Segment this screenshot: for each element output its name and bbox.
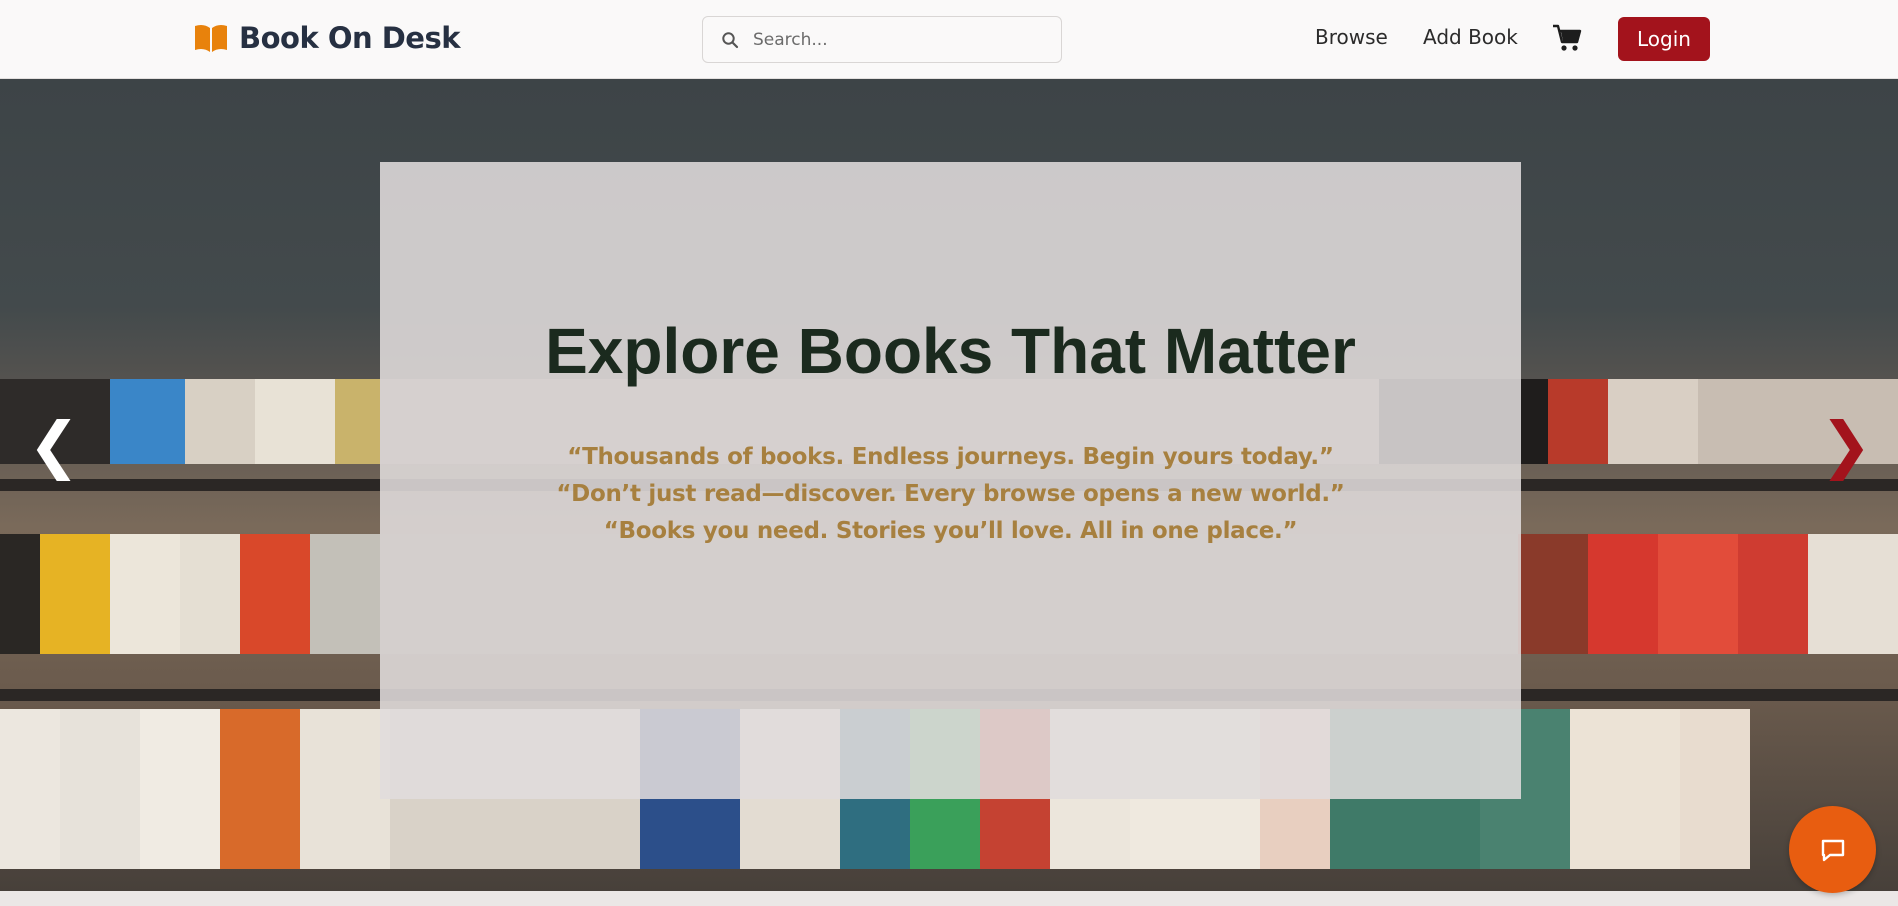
chat-button[interactable] xyxy=(1789,806,1876,893)
hero-quote: “Books you need. Stories you’ll love. Al… xyxy=(603,518,1298,544)
hero-overlay-panel: Explore Books That Matter “Thousands of … xyxy=(380,162,1521,799)
carousel-next-icon[interactable]: ❯ xyxy=(1820,414,1872,476)
page-bottom-strip xyxy=(0,891,1898,906)
brand[interactable]: Book On Desk xyxy=(193,20,461,56)
hero-title: Explore Books That Matter xyxy=(545,315,1356,387)
search-icon xyxy=(722,31,739,48)
cart-icon[interactable] xyxy=(1552,24,1582,52)
nav-browse-link[interactable]: Browse xyxy=(1315,25,1388,49)
hero-quote: “Don’t just read—discover. Every browse … xyxy=(556,481,1345,507)
hero-quotes: “Thousands of books. Endless journeys. B… xyxy=(380,439,1521,550)
carousel-prev-icon[interactable]: ❮ xyxy=(28,414,80,476)
search-box[interactable] xyxy=(702,16,1062,63)
search-input[interactable] xyxy=(753,29,1033,50)
brand-title: Book On Desk xyxy=(239,21,461,55)
login-button[interactable]: Login xyxy=(1618,17,1710,61)
book-open-icon xyxy=(195,24,227,52)
hero-quote: “Thousands of books. Endless journeys. B… xyxy=(567,444,1334,470)
nav-add-book-link[interactable]: Add Book xyxy=(1423,25,1518,49)
top-nav-bar: Book On Desk Browse Add Book Login xyxy=(0,0,1898,79)
chat-icon xyxy=(1821,839,1844,861)
hero-carousel: Explore Books That Matter “Thousands of … xyxy=(0,79,1898,891)
